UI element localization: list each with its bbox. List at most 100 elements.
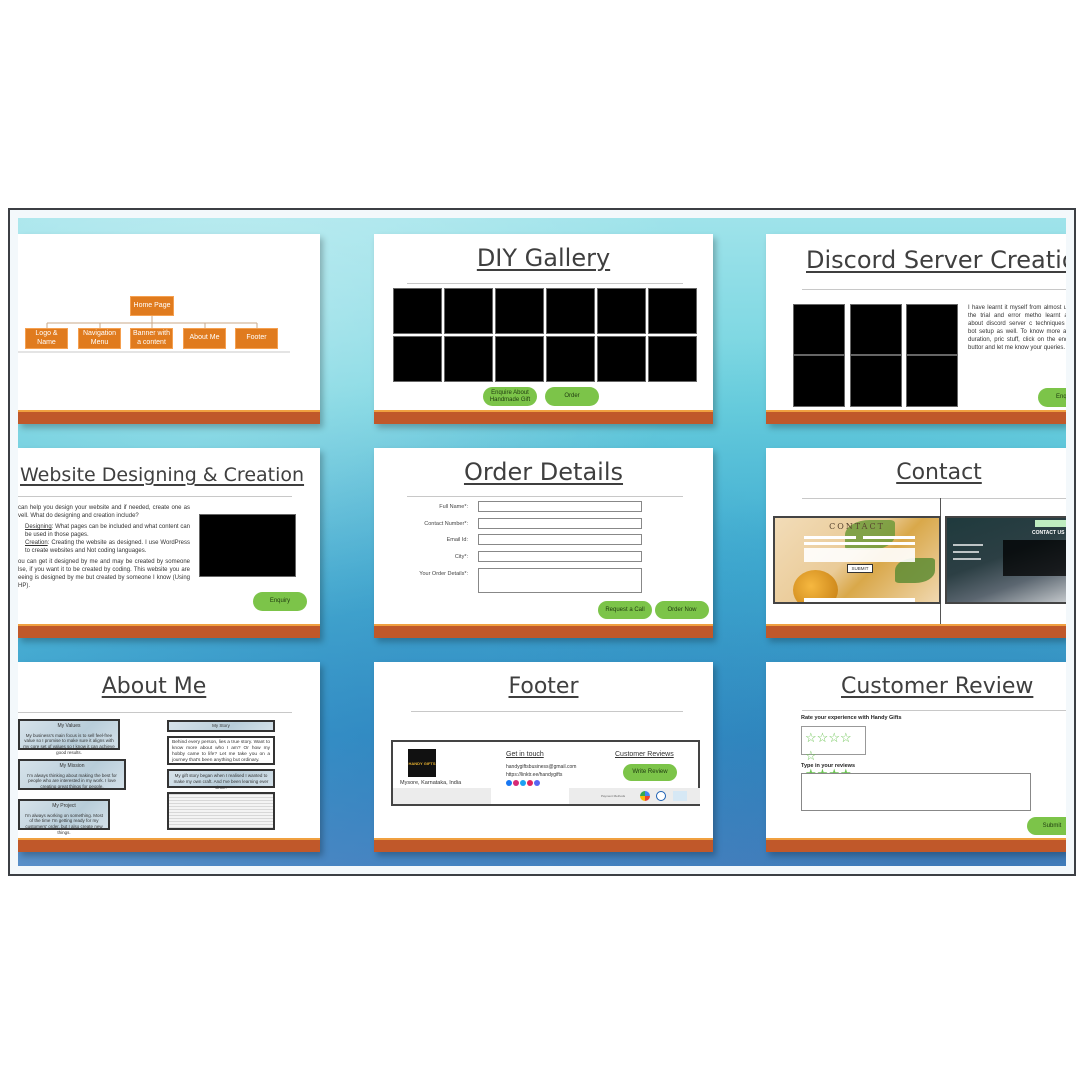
- message-field: [804, 548, 915, 562]
- star-row-empty: ☆☆☆☆☆: [805, 729, 862, 765]
- google-pay-icon: [640, 791, 650, 801]
- contact-number-input[interactable]: [478, 518, 642, 529]
- title-divider: [407, 496, 683, 497]
- box-title: My Values: [57, 723, 81, 729]
- slide-footer-bar: [374, 410, 713, 424]
- slide-diy-gallery[interactable]: DIY Gallery Enquire About Handmade Gift …: [374, 234, 713, 424]
- discord-description: I have learnt it myself from almost usin…: [968, 305, 1066, 352]
- submit-button[interactable]: Submit: [1027, 817, 1066, 835]
- slide-contact[interactable]: Contact CONTACT SUBMIT CONTACT US: [766, 448, 1066, 638]
- slide-footer-bar: [374, 624, 713, 638]
- first-name-field: [804, 536, 856, 539]
- website-creation-item: Creation: Creating the website as design…: [25, 539, 190, 555]
- write-review-button[interactable]: Write Review: [623, 764, 677, 781]
- order-now-button[interactable]: Order Now: [655, 601, 709, 619]
- footer-email[interactable]: handygiftsbusiness@gmail.com: [506, 764, 576, 770]
- city-input[interactable]: [478, 551, 642, 562]
- facebook-icon[interactable]: [506, 780, 512, 786]
- sitemap-node-footer: Footer: [235, 328, 278, 349]
- my-story-heading: My Story: [167, 720, 275, 732]
- star-empty-icon[interactable]: ☆: [817, 731, 829, 744]
- twitter-icon[interactable]: [520, 780, 526, 786]
- contact-info-line: [953, 544, 983, 546]
- website-designing-item: Designing: What pages can be included an…: [25, 523, 190, 539]
- slide-customer-review[interactable]: Customer Review Rate your experience wit…: [766, 662, 1066, 852]
- email-input[interactable]: [478, 534, 642, 545]
- slide-title: Order Details: [463, 458, 624, 486]
- discord-image: [906, 355, 958, 407]
- box-title: My Story: [212, 723, 230, 728]
- discord-image: [850, 304, 902, 355]
- handy-gifts-logo: HANDY GIFTS: [408, 749, 436, 777]
- discord-image: [850, 355, 902, 407]
- slide-title: About Me: [101, 674, 207, 699]
- gallery-image[interactable]: [597, 288, 646, 334]
- gallery-image[interactable]: [648, 288, 697, 334]
- gallery-image[interactable]: [546, 288, 595, 334]
- review-textarea[interactable]: [801, 773, 1031, 811]
- enquire-handmade-gift-button[interactable]: Enquire About Handmade Gift: [483, 387, 537, 406]
- slide-discord-server[interactable]: Discord Server Creation I have learnt it…: [766, 234, 1066, 424]
- type-review-label: Type in your reviews: [801, 763, 856, 769]
- website-preview-image: [199, 514, 296, 577]
- my-story-box: Behind every person, lies a true story. …: [167, 736, 275, 765]
- order-button[interactable]: Order: [545, 387, 599, 406]
- order-details-textarea[interactable]: [478, 568, 642, 593]
- slide-title: Contact: [896, 460, 982, 485]
- star-empty-icon[interactable]: ☆: [805, 749, 817, 762]
- gallery-image[interactable]: [444, 336, 493, 382]
- contact-us-heading: CONTACT US: [1032, 530, 1065, 536]
- contact-template-preview-2[interactable]: CONTACT US: [945, 516, 1066, 604]
- enquiry-button[interactable]: Enqu: [1038, 388, 1066, 407]
- sitemap-node-navigation: Navigation Menu: [78, 328, 121, 349]
- sitemap-node-banner: Banner with a content: [130, 328, 173, 349]
- gallery-image[interactable]: [393, 288, 442, 334]
- slide-about-me[interactable]: About Me My Values My business's main foc…: [18, 662, 320, 852]
- contact-number-label: Contact Number*:: [424, 521, 468, 527]
- star-empty-icon[interactable]: ☆: [828, 731, 840, 744]
- instagram-icon[interactable]: [513, 780, 519, 786]
- star-rating[interactable]: ☆☆☆☆☆ ★★★★☆: [801, 726, 866, 798]
- submit-button[interactable]: SUBMIT: [847, 564, 873, 573]
- slide-title: Discord Server Creation: [806, 246, 1066, 274]
- footer-link[interactable]: https://linktr.ee/handygifts: [506, 772, 562, 778]
- slide-order-details[interactable]: Order Details Full Name*: Contact Number…: [374, 448, 713, 638]
- enquiry-button[interactable]: Enquiry: [253, 592, 307, 611]
- discord-icon[interactable]: [534, 780, 540, 786]
- request-call-button[interactable]: Request a Call: [598, 601, 652, 619]
- box-title: My Project: [52, 803, 76, 809]
- title-divider: [802, 498, 1066, 499]
- success-banner: [1035, 520, 1066, 527]
- gallery-image[interactable]: [495, 336, 544, 382]
- slide-sitemap[interactable]: Home Page Logo & Name Navigation Menu Ba…: [18, 234, 320, 424]
- slide-footer-bar: [766, 624, 1066, 638]
- website-intro: can help you design your website and if …: [18, 505, 190, 520]
- sitemap-node-logo: Logo & Name: [25, 328, 68, 349]
- email-label: Email Id:: [446, 537, 468, 543]
- contact-template-preview-1[interactable]: CONTACT SUBMIT: [773, 516, 941, 604]
- youtube-icon[interactable]: [527, 780, 533, 786]
- gallery-image[interactable]: [393, 336, 442, 382]
- gallery-image[interactable]: [444, 288, 493, 334]
- contact-info-line: [953, 558, 981, 560]
- title-divider: [802, 289, 1066, 290]
- slide-footer[interactable]: Footer HANDY GIFTS Mysore, Karnataka, In…: [374, 662, 713, 852]
- gallery-image[interactable]: [495, 288, 544, 334]
- creation-label: Creation: [25, 540, 48, 546]
- gallery-image[interactable]: [597, 336, 646, 382]
- star-empty-icon[interactable]: ☆: [805, 731, 817, 744]
- slide-website-designing[interactable]: Website Designing & Creation can help yo…: [18, 448, 320, 638]
- social-icons: [506, 780, 540, 786]
- full-name-input[interactable]: [478, 501, 642, 512]
- box-text: I'm always thinking about making the bes…: [27, 772, 117, 790]
- discord-image: [793, 304, 845, 355]
- slide-title: Footer: [508, 674, 579, 699]
- get-in-touch-heading: Get in touch: [506, 751, 544, 758]
- my-project-box: My Project I'm always working on somethin…: [18, 799, 110, 835]
- discord-image: [793, 355, 845, 407]
- star-empty-icon[interactable]: ☆: [840, 731, 852, 744]
- bank-transfer-icon: [673, 791, 687, 801]
- gallery-image[interactable]: [648, 336, 697, 382]
- title-divider: [407, 283, 683, 284]
- gallery-image[interactable]: [546, 336, 595, 382]
